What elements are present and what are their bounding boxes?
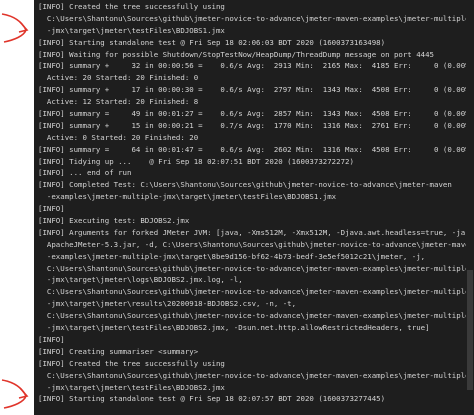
terminal-line: [INFO] Starting standalone test @ Fri Se… (38, 37, 386, 47)
terminal-line: ApacheJMeter-5.3.jar, -d, C:\Users\Shant… (38, 239, 474, 249)
scrollbar-thumb[interactable] (467, 270, 473, 390)
terminal-line: C:\Users\Shantonu\Sources\github\jmeter-… (38, 370, 470, 380)
terminal-line: [INFO] ... end of run (38, 168, 132, 178)
terminal-line: [INFO] Created the tree successfully usi… (38, 2, 225, 11)
terminal-line: [INFO] Starting standalone test @ Fri Se… (38, 394, 386, 404)
red-arrow-annotation-icon (0, 374, 34, 414)
terminal-line: -jmx\target\jmeter\results\20200918-BDJO… (38, 299, 297, 309)
terminal-line: C:\Users\Shantonu\Sources\github\jmeter-… (38, 13, 470, 23)
terminal-line: Active: 12 Started: 20 Finished: 8 (38, 97, 199, 107)
terminal-lines: [INFO] Created the tree successfully usi… (38, 1, 474, 405)
scrollbar[interactable] (466, 0, 474, 415)
terminal-line: [INFO] Created the tree successfully usi… (38, 358, 225, 368)
terminal-line: [INFO] summary = 64 in 00:01:47 = 0.6/s … (38, 144, 474, 154)
terminal-line: [INFO] Tidying up ... @ Fri Sep 18 02:07… (38, 156, 354, 166)
terminal-output[interactable]: [INFO] Created the tree successfully usi… (34, 0, 474, 415)
terminal-line: -jmx\target\jmeter\testFiles\BDJOBS2.jmx (38, 382, 225, 392)
terminal-line: [INFO] summary + 15 in 00:00:21 = 0.7/s … (38, 120, 474, 130)
terminal-line: -jmx\target\jmeter\testFiles\BDJOBS2.jmx… (38, 323, 430, 333)
terminal-line: C:\Users\Shantonu\Sources\github\jmeter-… (38, 311, 470, 321)
terminal-line: -jmx\target\jmeter\logs\BDJOBS2.jmx.log,… (38, 275, 243, 285)
terminal-line: [INFO] Waiting for possible Shutdown/Sto… (38, 49, 435, 59)
terminal-line: Active: 20 Started: 20 Finished: 0 (38, 73, 199, 83)
terminal-line: [INFO] summary = 49 in 00:01:27 = 0.6/s … (38, 109, 474, 119)
terminal-line: -jmx\target\jmeter\testFiles\BDJOBS1.jmx (38, 25, 225, 35)
terminal-line: -examples\jmeter-multiple-jmx\target\jme… (38, 192, 337, 202)
terminal-line: [INFO] (38, 334, 65, 344)
terminal-line: [INFO] Creating summariser <summary> (38, 346, 199, 356)
terminal-line: [INFO] Executing test: BDJOBS2.jmx (38, 216, 190, 226)
terminal-line: -examples\jmeter-multiple-jmx\target\8be… (38, 251, 426, 261)
terminal-line: [INFO] Completed Test: C:\Users\Shantonu… (38, 180, 452, 190)
terminal-line: [INFO] Arguments for forked JMeter JVM: … (38, 227, 474, 237)
red-arrow-annotation-icon (0, 8, 34, 48)
terminal-line: C:\Users\Shantonu\Sources\github\jmeter-… (38, 263, 470, 273)
terminal-line: [INFO] summary + 32 in 00:00:56 = 0.6/s … (38, 61, 474, 71)
terminal-line: [INFO] summary + 17 in 00:00:30 = 0.6/s … (38, 85, 474, 95)
terminal-line: Active: 0 Started: 20 Finished: 20 (38, 132, 199, 142)
terminal-line: C:\Users\Shantonu\Sources\github\jmeter-… (38, 287, 470, 297)
terminal-line: [INFO] (38, 204, 65, 214)
